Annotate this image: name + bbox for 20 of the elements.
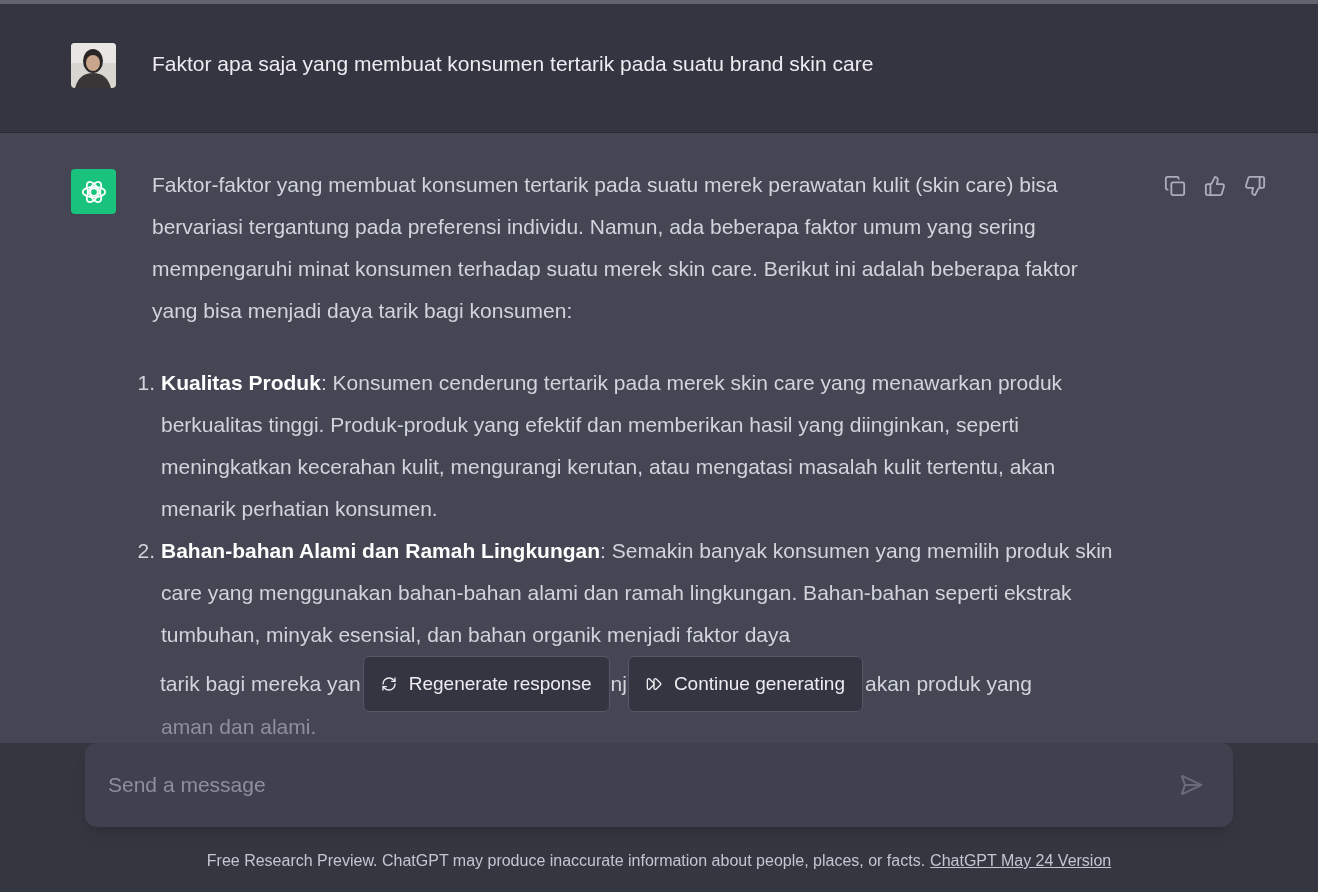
regenerate-response-button[interactable]: Regenerate response bbox=[362, 656, 610, 712]
list-number: 2. bbox=[136, 538, 155, 564]
list-item-text: akan produk yang bbox=[865, 671, 1032, 697]
message-input-field[interactable]: Send a message bbox=[85, 743, 1233, 827]
response-paragraph: Faktor-faktor yang membuat konsumen tertarik pada suatu merek perawatan kulit (skin care) bisa bervariasi tergantung pada preferensi individu. Namun, ada beberapa faktor umum yang sering mempengaruhi minat konsumen terhadap suatu merek skin care. Berikut ini adalah beberapa faktor yang bisa menjadi daya tarik bagi konsumen: bbox=[152, 172, 1079, 324]
fast-forward-icon bbox=[645, 676, 662, 692]
version-link[interactable]: ChatGPT May 24 Version bbox=[930, 849, 1112, 873]
list-item-text: nj bbox=[610, 671, 627, 697]
continue-generating-button[interactable]: Continue generating bbox=[627, 656, 863, 712]
list-item-text: aman dan alami. bbox=[161, 714, 318, 740]
clipboard-icon[interactable] bbox=[1164, 175, 1186, 197]
thumbs-down-icon[interactable] bbox=[1244, 175, 1266, 197]
list-number: 1. bbox=[136, 370, 155, 396]
thumbs-up-icon[interactable] bbox=[1204, 175, 1226, 197]
list-item-text: Kualitas Produk: Konsumen cenderung tertarik pada merek skin care yang menawarkan produk berkualitas tinggi. Produk-produk yang efektif dan memberikan hasil yang diinginkan, seperti meningkatkan kecerahan kulit, mengurangi kerutan, atau mengatasi masalah kulit tertentu, akan menarik perhatian konsumen. bbox=[161, 370, 1064, 522]
list-item-text: tarik bagi mereka yan bbox=[160, 671, 361, 697]
refresh-icon bbox=[380, 676, 397, 692]
disclaimer-text: Free Research Preview. ChatGPT may produce inaccurate information about people, places, or facts. bbox=[206, 851, 926, 871]
user-message-text: Faktor apa saja yang membuat konsumen tertarik pada suatu brand skin care bbox=[152, 51, 874, 77]
assistant-logo-icon bbox=[71, 169, 116, 214]
